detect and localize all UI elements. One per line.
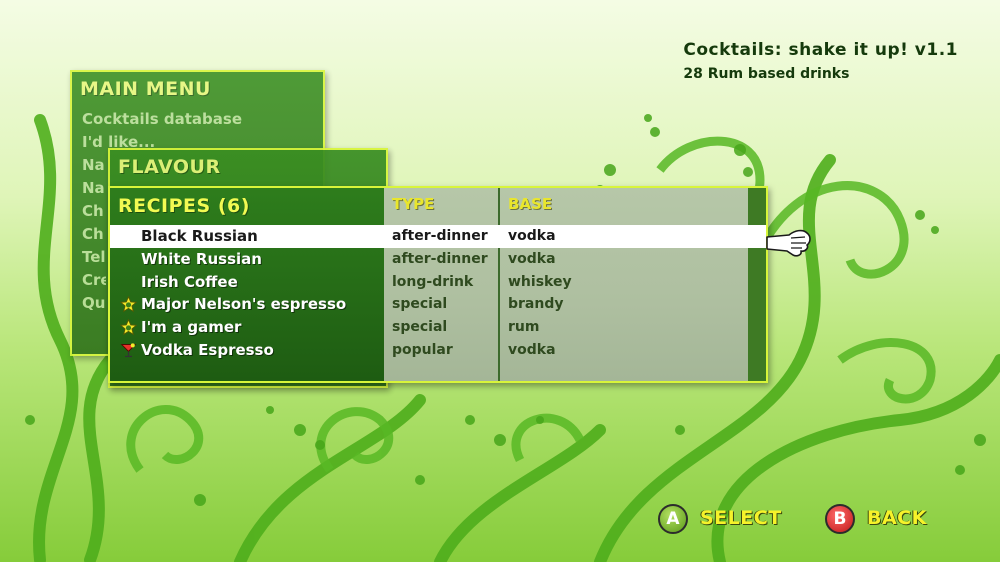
- main-menu-item[interactable]: Cre: [82, 269, 106, 292]
- recipe-type: special: [392, 319, 448, 336]
- main-menu-item[interactable]: Qui: [82, 292, 106, 315]
- flavour-title: FLAVOUR: [118, 156, 221, 178]
- star-badge-icon: [120, 319, 137, 336]
- recipe-row[interactable]: Major Nelson's espresso special brandy: [110, 293, 766, 316]
- recipe-base: vodka: [508, 341, 556, 358]
- app-header: Cocktails: shake it up! v1.1 28 Rum base…: [683, 40, 958, 82]
- recipe-name: I'm a gamer: [141, 318, 242, 337]
- recipe-row[interactable]: White Russian after-dinner vodka: [110, 248, 766, 271]
- recipe-type: long-drink: [392, 273, 474, 290]
- main-menu-item-cocktails-database[interactable]: Cocktails database: [82, 108, 242, 131]
- recipe-base: whiskey: [508, 273, 572, 290]
- recipe-type: after-dinner: [392, 250, 488, 267]
- recipe-row[interactable]: Irish Coffee long-drink whiskey: [110, 271, 766, 294]
- column-header-base: BASE: [508, 195, 553, 213]
- main-menu-item[interactable]: Tel: [82, 246, 106, 269]
- recipe-base: vodka: [508, 228, 556, 244]
- recipe-row[interactable]: I'm a gamer special rum: [110, 316, 766, 339]
- a-button-icon[interactable]: A: [658, 504, 688, 534]
- recipe-base: vodka: [508, 250, 556, 267]
- recipe-row-selected[interactable]: Black Russian after-dinner vodka: [110, 225, 766, 248]
- recipe-row[interactable]: Vodka Espresso popular vodka: [110, 339, 766, 362]
- main-menu-item[interactable]: Ch: [82, 223, 106, 246]
- recipe-type: after-dinner: [392, 228, 488, 244]
- recipe-name: Black Russian: [141, 227, 258, 245]
- recipe-name: White Russian: [141, 249, 262, 268]
- back-label: BACK: [867, 507, 927, 529]
- star-badge-icon: [120, 296, 137, 313]
- recipe-name: Vodka Espresso: [141, 340, 274, 359]
- recipes-list: Black Russian after-dinner vodka White R…: [110, 225, 766, 362]
- app-title: Cocktails: shake it up! v1.1: [683, 40, 958, 60]
- recipe-type: popular: [392, 341, 453, 358]
- main-menu-item[interactable]: Na: [82, 154, 106, 177]
- select-label: SELECT: [700, 507, 782, 529]
- b-button-icon[interactable]: B: [825, 504, 855, 534]
- recipe-name: Irish Coffee: [141, 272, 238, 291]
- column-header-type: TYPE: [392, 195, 435, 213]
- button-prompts: A SELECT B BACK: [0, 504, 1000, 536]
- recipe-type: special: [392, 296, 448, 313]
- pointer-hand-icon: [766, 229, 811, 257]
- main-menu-item[interactable]: Ch: [82, 200, 106, 223]
- recipe-base: rum: [508, 319, 540, 336]
- main-menu-title: MAIN MENU: [80, 78, 211, 100]
- recipe-base: brandy: [508, 296, 564, 313]
- recipes-title: RECIPES (6): [118, 195, 250, 217]
- main-menu-item[interactable]: Na: [82, 177, 106, 200]
- cocktail-glass-icon: [120, 343, 137, 358]
- recipe-name: Major Nelson's espresso: [141, 295, 347, 314]
- recipes-panel: RECIPES (6) TYPE BASE Black Russian afte…: [108, 186, 768, 383]
- app-subtitle: 28 Rum based drinks: [683, 66, 850, 82]
